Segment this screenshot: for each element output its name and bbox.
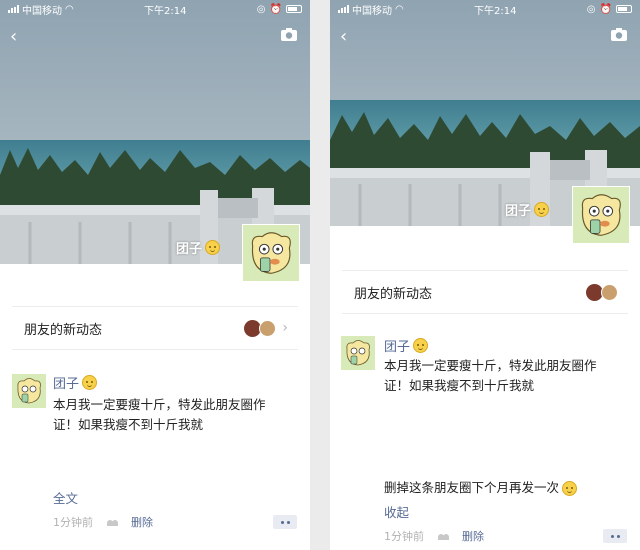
friend-updates-row[interactable]: 朋友的新动态 [342,270,628,314]
friend-avatar [259,319,277,337]
profile-name-text: 团子 [505,204,532,219]
smile-emoji-icon [205,240,221,255]
smile-emoji-icon [562,480,578,496]
more-options-button[interactable] [273,515,297,529]
camera-icon[interactable] [280,27,298,42]
chevron-right-icon: › [282,320,288,336]
profile-avatar[interactable] [572,186,630,244]
post-author-avatar[interactable] [341,336,375,370]
friend-avatar [601,283,618,301]
friend-updates-row[interactable]: 朋友的新动态 › [12,306,298,350]
lock-rotation-icon: ◎ [586,3,596,15]
signal-icon [338,5,349,13]
battery-icon [615,5,632,13]
wifi-icon: ◠ [65,3,74,15]
status-time: 下午2:14 [144,5,187,17]
lock-rotation-icon: ◎ [256,3,266,15]
post-text: 本月我一定要瘦十斤，特发此朋友圈作 证！如果我瘦不到十斤我就 [384,356,597,396]
back-icon[interactable]: ‹ [10,26,17,47]
post-text-line: 本月我一定要瘦十斤，特发此朋友圈作 [53,397,266,412]
profile-name: 团子 [505,200,550,219]
smile-emoji-icon [534,202,550,217]
delete-post-button[interactable]: 删除 [131,514,153,530]
post-author-avatar[interactable] [12,374,46,408]
post-author-name[interactable]: 团子 [384,336,429,355]
post-author-text: 团子 [53,377,80,392]
carrier-label: 中国移动 [352,5,392,17]
visibility-icon [438,532,450,540]
post-text-line: 证！如果我瘦不到十斤我就 [53,417,204,432]
status-bar: 中国移动 ◠ 下午2:14 ◎ ⏰ [330,0,640,18]
post-meta: 1分钟前 删除 [53,514,153,530]
battery-icon [285,5,302,13]
profile-name: 团子 [176,238,221,257]
more-options-button[interactable] [603,529,627,543]
post-time: 1分钟前 [53,516,93,529]
friend-updates-label: 朋友的新动态 [24,322,103,338]
wifi-icon: ◠ [395,3,404,15]
profile-avatar[interactable] [242,224,300,282]
alarm-icon: ⏰ [599,3,612,15]
alarm-icon: ⏰ [269,3,282,15]
post-text-line: 删掉这条朋友圈下个月再发一次 [384,480,560,495]
moments-screen-collapsed: 中国移动 ◠ 下午2:14 ◎ ⏰ ‹ 团子 朋友的新动态 › 团子 本月我一定… [0,0,310,550]
post-text-line: 证！如果我瘦不到十斤我就 [384,378,535,393]
smile-emoji-icon [413,338,429,353]
moments-screen-expanded: 中国移动 ◠ 下午2:14 ◎ ⏰ ‹ 团子 朋友的新动态 团子 本月我一定要瘦… [330,0,640,550]
camera-icon[interactable] [610,27,628,42]
friend-updates-label: 朋友的新动态 [354,286,433,302]
signal-icon [8,5,19,13]
post-text-line: 本月我一定要瘦十斤，特发此朋友圈作 [384,358,597,373]
post-meta: 1分钟前 删除 [384,528,484,544]
collapse-text-link[interactable]: 收起 [384,502,409,521]
post-author-text: 团子 [384,340,411,355]
post-text: 本月我一定要瘦十斤，特发此朋友圈作 证！如果我瘦不到十斤我就 [53,395,266,435]
post-author-name[interactable]: 团子 [53,373,98,392]
post-time: 1分钟前 [384,530,424,543]
post-text-continued: 删掉这条朋友圈下个月再发一次 [384,478,578,498]
status-bar: 中国移动 ◠ 下午2:14 ◎ ⏰ [0,0,310,18]
smile-emoji-icon [82,375,98,390]
carrier-label: 中国移动 [22,5,62,17]
expand-full-text-link[interactable]: 全文 [53,488,78,507]
status-time: 下午2:14 [474,5,517,17]
back-icon[interactable]: ‹ [340,26,347,47]
delete-post-button[interactable]: 删除 [462,528,484,544]
profile-name-text: 团子 [176,242,203,257]
visibility-icon [107,518,119,526]
